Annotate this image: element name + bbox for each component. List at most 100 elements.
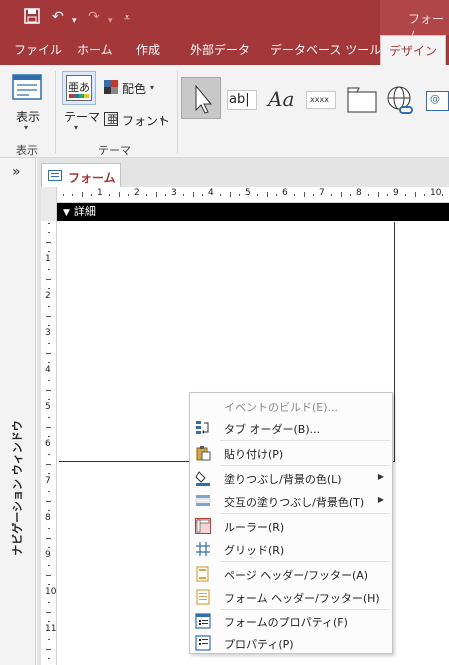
tab-file[interactable]: ファイル [14,35,62,65]
group-separator [55,71,56,153]
properties-icon [195,635,211,651]
ruler-tick [155,192,157,197]
ruler-tick [405,194,407,196]
colors-dropdown-icon[interactable]: ▾ [150,83,154,92]
ruler-tick [386,194,388,196]
navigation-pane-label[interactable]: ナビゲーション ウィンドウ [2,408,32,568]
ruler-tick [48,509,50,511]
menu-separator [220,513,390,514]
ruler-tick [48,223,50,224]
ruler-tick [48,472,50,474]
ruler-tick [46,315,51,317]
ruler-tick [201,194,203,196]
document-tab-form1[interactable]: フォーム1 [41,163,121,200]
menu-item-alternate-fill[interactable]: 交互の塗りつぶし/背景色(T) ▶ [190,490,392,512]
form-icon [48,170,62,181]
save-icon[interactable] [24,8,40,29]
menu-item-form-header-footer[interactable]: フォーム ヘッダー/フッター(H) [190,586,392,608]
colors-button[interactable]: 配色 [122,80,146,97]
tab-create[interactable]: 作成 [136,35,160,65]
ruler-tick [46,426,51,428]
ruler-tick [48,435,50,437]
detail-section-bar[interactable]: ▼ 詳細 [57,203,449,221]
grid-icon [195,541,211,557]
ruler-number: 8 [356,188,362,198]
tab-control-button[interactable] [347,87,377,113]
ruler-tick [294,194,296,196]
theme-icon[interactable]: 亜あ [62,71,96,105]
paste-icon [195,445,211,461]
section-selector[interactable] [41,203,57,221]
view-dropdown-icon[interactable]: ▾ [24,123,28,132]
ruler-tick [48,528,50,530]
ruler-number: 10 [45,587,57,597]
fonts-dropdown-icon[interactable]: ▾ [160,115,164,124]
ruler-tick [48,454,50,456]
menu-item-form-properties[interactable]: フォームのプロパティ(F) [190,610,392,632]
ruler-tick [48,287,50,289]
colors-icon[interactable] [104,80,118,94]
menu-item-paste[interactable]: 貼り付け(P) [190,442,392,464]
theme-button-label[interactable]: テーマ [64,108,100,125]
tab-order-icon [195,420,211,436]
vertical-ruler[interactable]: 1 2 3 4 5 6 7 8 9 10 11 [41,221,57,665]
ruler-tick [48,583,50,585]
ruler-number: 7 [319,188,325,198]
menu-item-ruler[interactable]: ルーラー(R) [190,515,392,537]
textbox-control-button[interactable]: ab| [227,90,257,110]
ruler-tick [46,648,51,650]
ruler-tick [423,194,425,196]
menu-item-page-header-footer[interactable]: ページ ヘッダー/フッター(A) [190,563,392,585]
ruler-tick [81,192,83,197]
hyperlink-control-button[interactable] [386,85,414,117]
tab-database-tools[interactable]: データベース ツール [270,35,381,65]
undo-icon[interactable]: ↶ [52,8,64,26]
ruler-tick [72,194,74,196]
web-browser-control-button[interactable]: @ [426,91,449,111]
select-pointer-button[interactable] [181,77,221,119]
ruler-tick [48,639,50,641]
ruler-tick [109,194,111,196]
form-selector[interactable] [41,187,57,203]
ruler-tick [275,194,277,196]
ruler-tick [220,194,222,196]
ruler-tick [414,192,416,197]
expand-nav-pane-icon[interactable]: » [12,164,21,180]
ruler-tick [48,398,50,400]
ruler-tick [46,389,51,391]
horizontal-ruler[interactable]: 1 2 3 4 5 6 7 8 9 10 [41,187,449,203]
ruler-tick [46,463,51,465]
ruler-tick [48,565,50,567]
ruler-number: 9 [45,550,51,560]
menu-item-tab-order[interactable]: タブ オーダー(B)... [190,417,392,439]
ruler-tick [63,194,64,196]
ruler-tick [90,194,92,196]
ruler-number: 4 [45,365,51,375]
view-icon[interactable] [12,73,42,103]
group-separator [177,71,178,153]
label-control-button[interactable]: Aa [268,87,294,111]
ruler-number: 5 [45,402,51,412]
menu-item-properties[interactable]: プロパティ(P) [190,632,392,654]
navigation-pane: » ナビゲーション ウィンドウ [0,158,36,665]
tab-home[interactable]: ホーム [77,35,113,65]
ruler-tick [303,192,305,197]
tab-design[interactable]: デザイン [380,35,446,66]
ruler-tick [48,324,50,326]
ruler-number: 11 [45,624,57,634]
ruler-tick [46,574,51,576]
view-group-label: 表示 [16,144,38,157]
ruler-number: 4 [208,188,214,198]
form-header-footer-icon [195,589,211,605]
menu-item-grid[interactable]: グリッド(R) [190,538,392,560]
fonts-icon[interactable]: 亜 [104,112,118,126]
theme-dropdown-icon[interactable]: ▾ [74,123,78,132]
ruler-tick [46,537,51,539]
menu-item-fill-back-color[interactable]: 塗りつぶし/背景の色(L) ▶ [190,467,392,489]
tab-external-data[interactable]: 外部データ [190,35,250,65]
undo-dropdown-icon[interactable]: ▾ [72,12,77,30]
button-control[interactable]: xxxx [306,91,336,109]
customize-qat-icon[interactable]: ⩡ [124,9,130,27]
ruler-tick [46,500,51,502]
form-properties-icon [195,613,211,629]
